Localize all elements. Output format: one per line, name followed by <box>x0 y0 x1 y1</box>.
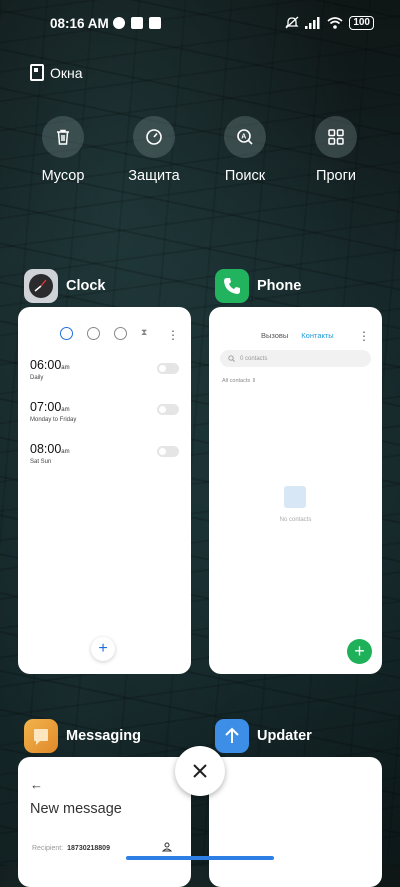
window-icon <box>30 64 44 81</box>
updater-app-card[interactable] <box>209 757 382 887</box>
alarm-toggle[interactable] <box>157 363 179 374</box>
clock-app-card[interactable]: ⧗ ⋮ 06:00am Daily 07:00am Monday to Frid… <box>18 307 191 674</box>
clock-app-header[interactable]: Clock <box>24 269 106 303</box>
mute-icon <box>285 16 299 29</box>
battery-indicator: 100 <box>349 16 374 30</box>
stopwatch-tab-icon[interactable] <box>114 327 127 340</box>
apps-button[interactable]: Проги <box>294 116 378 184</box>
add-alarm-button[interactable]: + <box>91 637 115 661</box>
empty-contacts-icon <box>284 486 306 508</box>
search-button[interactable]: A Поиск <box>203 116 287 184</box>
messaging-app-header[interactable]: Messaging <box>24 719 141 753</box>
status-time: 08:16 AM <box>50 16 109 31</box>
status-bar: 08:16 AM 100 <box>0 12 400 34</box>
close-icon <box>193 764 207 778</box>
windows-label-text: Окна <box>50 64 83 81</box>
back-arrow-icon[interactable]: ← <box>30 777 43 792</box>
notification-icon <box>113 17 125 29</box>
alarm-toggle[interactable] <box>157 446 179 457</box>
apps-grid-icon <box>328 129 344 145</box>
tab-contacts[interactable]: Контакты <box>301 331 333 340</box>
new-message-title: New message <box>30 801 122 817</box>
phone-app-card[interactable]: Вызовы Контакты ⋮ 0 contacts All contact… <box>209 307 382 674</box>
clock-app-name: Clock <box>66 278 106 294</box>
contacts-filter[interactable]: All contacts ⇕ <box>222 378 256 384</box>
trash-button[interactable]: Мусор <box>21 116 105 184</box>
empty-contacts-text: No contacts <box>279 517 312 523</box>
clock-more-icon[interactable]: ⋮ <box>167 328 179 342</box>
svg-text:A: A <box>241 134 246 141</box>
phone-app-icon <box>215 269 249 303</box>
updater-app-icon <box>215 719 249 753</box>
clock-app-icon <box>24 269 58 303</box>
signal-icon <box>305 17 320 29</box>
phone-tabs: Вызовы Контакты <box>261 331 334 340</box>
messaging-app-name: Messaging <box>66 728 141 744</box>
contacts-search-input[interactable]: 0 contacts <box>220 350 371 367</box>
wifi-icon <box>327 17 343 29</box>
shield-gauge-icon <box>146 129 162 145</box>
phone-more-icon[interactable]: ⋮ <box>358 329 370 343</box>
updater-app-header[interactable]: Updater <box>215 719 312 753</box>
messaging-app-card[interactable]: ← New message Recipient: 18730218809 <box>18 757 191 887</box>
recipient-field[interactable]: Recipient: 18730218809 <box>32 845 110 852</box>
tab-calls[interactable]: Вызовы <box>261 331 288 340</box>
timer-tab-icon[interactable]: ⧗ <box>141 327 147 340</box>
phone-app-header[interactable]: Phone <box>215 269 301 303</box>
windows-label: Окна <box>30 64 83 81</box>
filter-chevron-icon: ⇕ <box>251 378 257 384</box>
messaging-app-icon <box>24 719 58 753</box>
clear-all-button[interactable] <box>175 746 225 796</box>
alarm-tab-icon[interactable] <box>60 327 73 340</box>
trash-icon <box>57 129 69 145</box>
notification-square-icon <box>131 17 143 29</box>
contact-picker-icon[interactable] <box>162 842 172 852</box>
add-contact-button[interactable]: + <box>347 639 372 664</box>
search-icon <box>228 355 235 362</box>
alarm-item[interactable]: 06:00am Daily <box>30 356 70 381</box>
phone-app-name: Phone <box>257 278 302 294</box>
notification-app-icon <box>149 17 161 29</box>
search-app-icon: A <box>237 129 253 145</box>
clock-tabs: ⧗ <box>60 327 147 340</box>
home-indicator[interactable] <box>126 856 274 860</box>
world-clock-tab-icon[interactable] <box>87 327 100 340</box>
protection-button[interactable]: Защита <box>112 116 196 184</box>
updater-app-name: Updater <box>257 728 312 744</box>
alarm-toggle[interactable] <box>157 404 179 415</box>
alarm-item[interactable]: 07:00am Monday to Friday <box>30 398 76 423</box>
alarm-item[interactable]: 08:00am Sat Sun <box>30 440 70 465</box>
